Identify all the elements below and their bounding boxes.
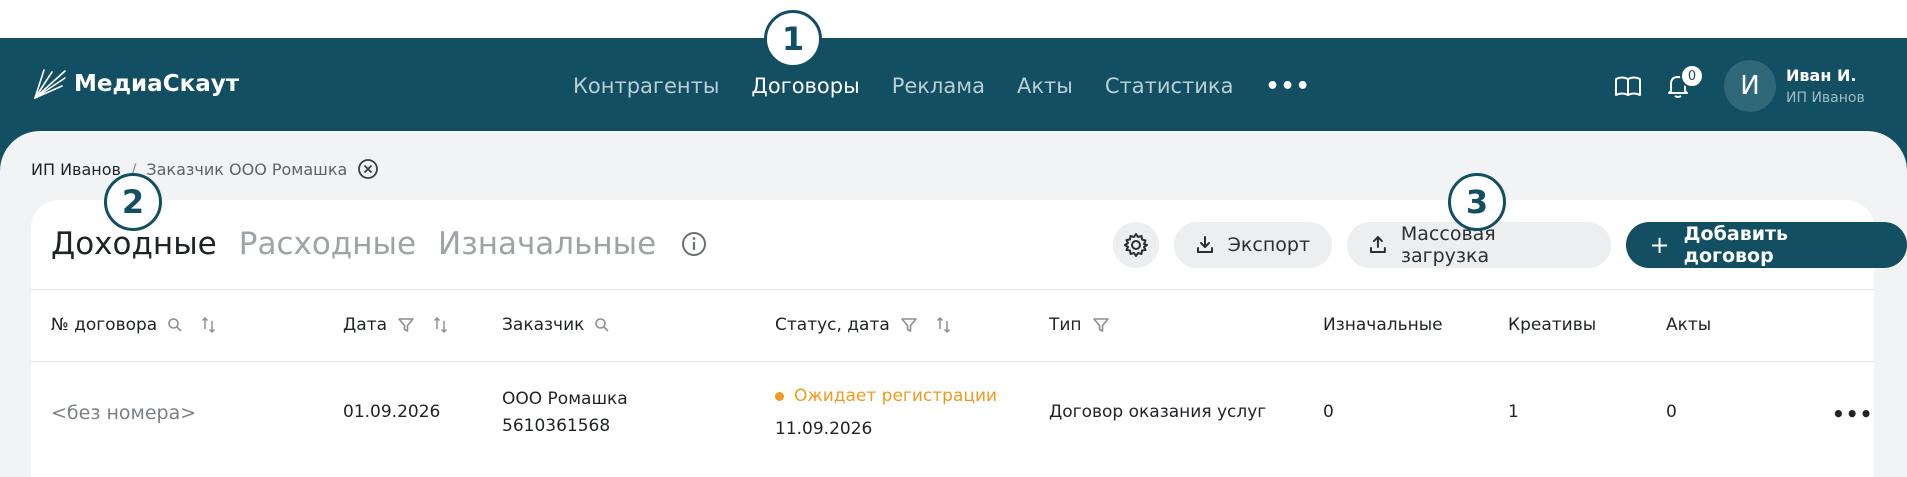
logo[interactable]: МедиаСкаут	[32, 64, 239, 104]
download-icon	[1196, 236, 1213, 253]
column-header-type: Тип	[1049, 312, 1110, 338]
cell-creatives: 1	[1508, 402, 1519, 422]
column-label-customer: Заказчик	[502, 315, 585, 335]
filter-icon[interactable]	[397, 317, 415, 333]
cell-customer-inn: 5610361568	[502, 416, 611, 436]
cell-date: 01.09.2026	[343, 402, 441, 422]
header-divider	[31, 289, 1874, 290]
nav-item-counterparties[interactable]: Контрагенты	[573, 74, 719, 98]
status-dot	[775, 391, 784, 401]
tab-initial[interactable]: Изначальные	[438, 226, 656, 262]
cell-number[interactable]: <без номера>	[51, 402, 196, 424]
cell-status-date: 11.09.2026	[775, 419, 873, 439]
user-name: Иван И.	[1786, 66, 1857, 85]
notifications-badge: 0	[1680, 64, 1704, 88]
column-header-initial: Изначальные	[1323, 312, 1443, 338]
upload-icon	[1370, 236, 1386, 253]
callout-2: 2	[104, 173, 162, 231]
cell-status: Ожидает регистрации	[775, 386, 997, 406]
column-label-status: Статус, дата	[775, 315, 890, 335]
avatar[interactable]: И	[1724, 60, 1776, 112]
column-header-number: № договора	[51, 312, 217, 338]
info-icon[interactable]	[680, 230, 708, 258]
filter-icon[interactable]	[1092, 317, 1110, 333]
user-org: ИП Иванов	[1786, 90, 1865, 106]
column-label-date: Дата	[343, 315, 388, 335]
sort-icon[interactable]	[433, 316, 449, 334]
sort-icon[interactable]	[201, 316, 217, 334]
column-label-type: Тип	[1049, 315, 1082, 335]
breadcrumb-item-org[interactable]: ИП Иванов	[31, 160, 121, 179]
knowledge-base-button[interactable]	[1610, 68, 1646, 104]
cell-acts: 0	[1666, 402, 1677, 422]
nav-item-contracts[interactable]: Договоры	[751, 74, 859, 98]
nav-item-advertising[interactable]: Реклама	[892, 74, 985, 98]
user-menu[interactable]: Иван И. ИП Иванов	[1786, 66, 1865, 106]
column-header-acts: Акты	[1666, 312, 1711, 338]
column-label-initial: Изначальные	[1323, 315, 1443, 335]
logo-text: МедиаСкаут	[74, 71, 240, 97]
breadcrumb: ИП Иванов / Заказчик ООО Ромашка	[31, 158, 379, 180]
tab-expense[interactable]: Расходные	[239, 226, 416, 262]
status-label: Ожидает регистрации	[794, 386, 998, 406]
column-label-number: № договора	[51, 315, 158, 335]
row-divider	[31, 361, 1874, 362]
add-contract-label: Добавить договор	[1683, 223, 1789, 267]
callout-1: 1	[764, 10, 822, 68]
gear-icon	[1123, 233, 1148, 257]
cell-initial: 0	[1323, 402, 1334, 422]
filter-icon[interactable]	[900, 317, 918, 333]
toolbar: Экспорт Массовая загрузка + Добавить дог…	[1113, 222, 1907, 268]
cell-type: Договор оказания услуг	[1049, 402, 1267, 422]
row-menu-button[interactable]: •••	[1832, 402, 1873, 426]
close-filter-icon[interactable]	[357, 158, 379, 180]
main-nav: Контрагенты Договоры Реклама Акты Статис…	[573, 70, 1311, 102]
nav-more-button[interactable]: •••	[1265, 74, 1310, 99]
sort-icon[interactable]	[936, 316, 952, 334]
nav-item-acts[interactable]: Акты	[1017, 74, 1073, 98]
logo-rays-icon	[34, 69, 66, 99]
book-icon	[1615, 76, 1641, 96]
export-button[interactable]: Экспорт	[1173, 222, 1333, 268]
breadcrumb-item-filter: Заказчик ООО Ромашка	[146, 159, 348, 179]
notifications-button[interactable]: 0	[1660, 64, 1704, 104]
column-header-date: Дата	[343, 312, 449, 338]
nav-item-statistics[interactable]: Статистика	[1105, 74, 1234, 98]
plus-icon: +	[1649, 231, 1670, 259]
callout-3: 3	[1448, 173, 1506, 231]
column-header-creatives: Креативы	[1508, 312, 1596, 338]
search-icon[interactable]	[167, 317, 183, 333]
settings-button[interactable]	[1113, 222, 1159, 268]
column-header-customer: Заказчик	[502, 312, 610, 338]
column-header-status: Статус, дата	[775, 312, 952, 338]
header-tools: 0 И Иван И. ИП Иванов	[1610, 56, 1865, 116]
search-icon[interactable]	[594, 317, 610, 333]
column-label-creatives: Креативы	[1508, 315, 1597, 335]
cell-customer-name: ООО Ромашка	[502, 389, 628, 409]
contract-tabs: Доходные Расходные Изначальные	[51, 222, 708, 266]
column-label-acts: Акты	[1666, 315, 1712, 335]
add-contract-button[interactable]: + Добавить договор	[1625, 222, 1907, 268]
export-label: Экспорт	[1227, 234, 1311, 256]
tab-income[interactable]: Доходные	[51, 226, 217, 262]
bulk-upload-label: Массовая загрузка	[1400, 223, 1496, 267]
